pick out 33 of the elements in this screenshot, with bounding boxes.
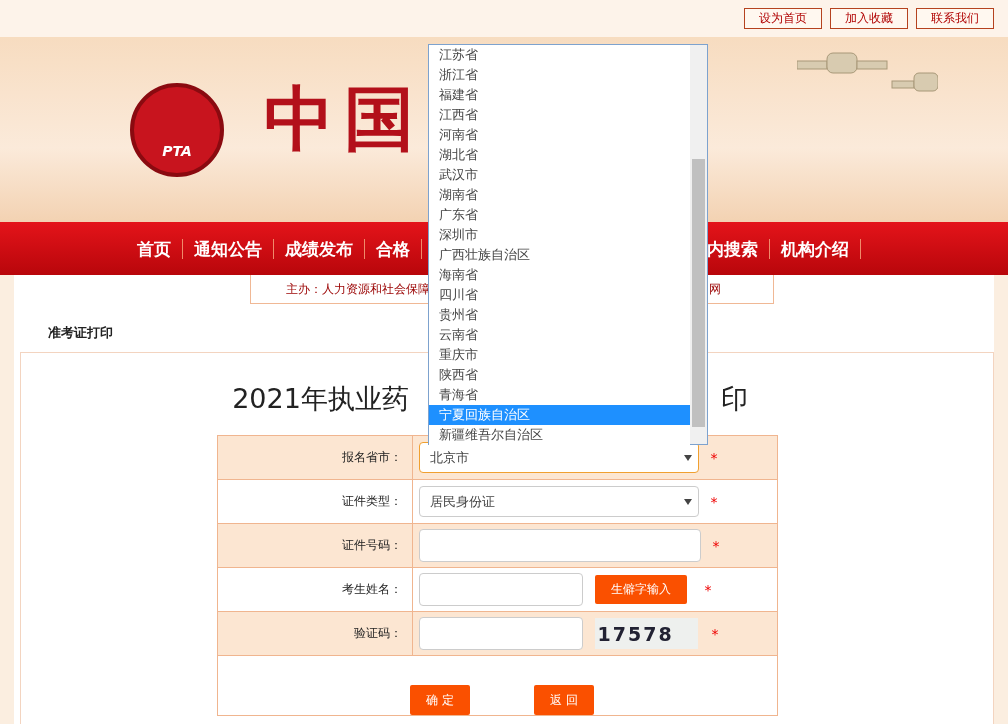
nav-link[interactable]: 首页 [137, 238, 183, 259]
field-label: 证件号码： [217, 524, 413, 567]
field-label: 报名省市： [217, 436, 413, 479]
organizer-text: 主办：人力资源和社会保障 [286, 281, 430, 297]
organizer-text: 网 [709, 281, 721, 297]
top-link[interactable]: 设为首页 [744, 8, 822, 29]
captcha-image: 17578 [594, 618, 698, 649]
top-link[interactable]: 联系我们 [916, 8, 994, 29]
nav-link[interactable]: 通知公告 [183, 238, 274, 259]
dropdown-option[interactable]: 新疆维吾尔自治区 [429, 425, 690, 445]
nav-link[interactable]: 机构介绍 [770, 238, 861, 259]
top-link[interactable]: 加入收藏 [830, 8, 908, 29]
nav-link[interactable]: 成绩发布 [274, 238, 365, 259]
required-mark: * [710, 493, 718, 510]
logo-emblem: PTA [130, 82, 224, 177]
nav-link[interactable]: 合格 [365, 238, 422, 259]
field-label: 验证码： [217, 612, 413, 655]
site-title: 中国 [264, 76, 424, 162]
select-field[interactable]: 居民身份证 [418, 486, 699, 517]
breadcrumb: 准考证打印 [48, 325, 113, 340]
field-label: 考生姓名： [217, 568, 413, 611]
field-label: 证件类型： [217, 480, 413, 523]
caret-icon [683, 498, 692, 505]
input-field[interactable] [418, 573, 583, 606]
input-field[interactable] [418, 529, 701, 562]
page-title: 印 [720, 382, 748, 416]
required-mark: * [704, 581, 712, 598]
caret-icon [683, 454, 692, 461]
page-title: 2021年执业药 [232, 382, 409, 416]
captcha-field[interactable] [418, 617, 583, 650]
required-mark: * [712, 537, 720, 554]
required-mark: * [711, 625, 719, 642]
required-mark: * [710, 449, 718, 466]
